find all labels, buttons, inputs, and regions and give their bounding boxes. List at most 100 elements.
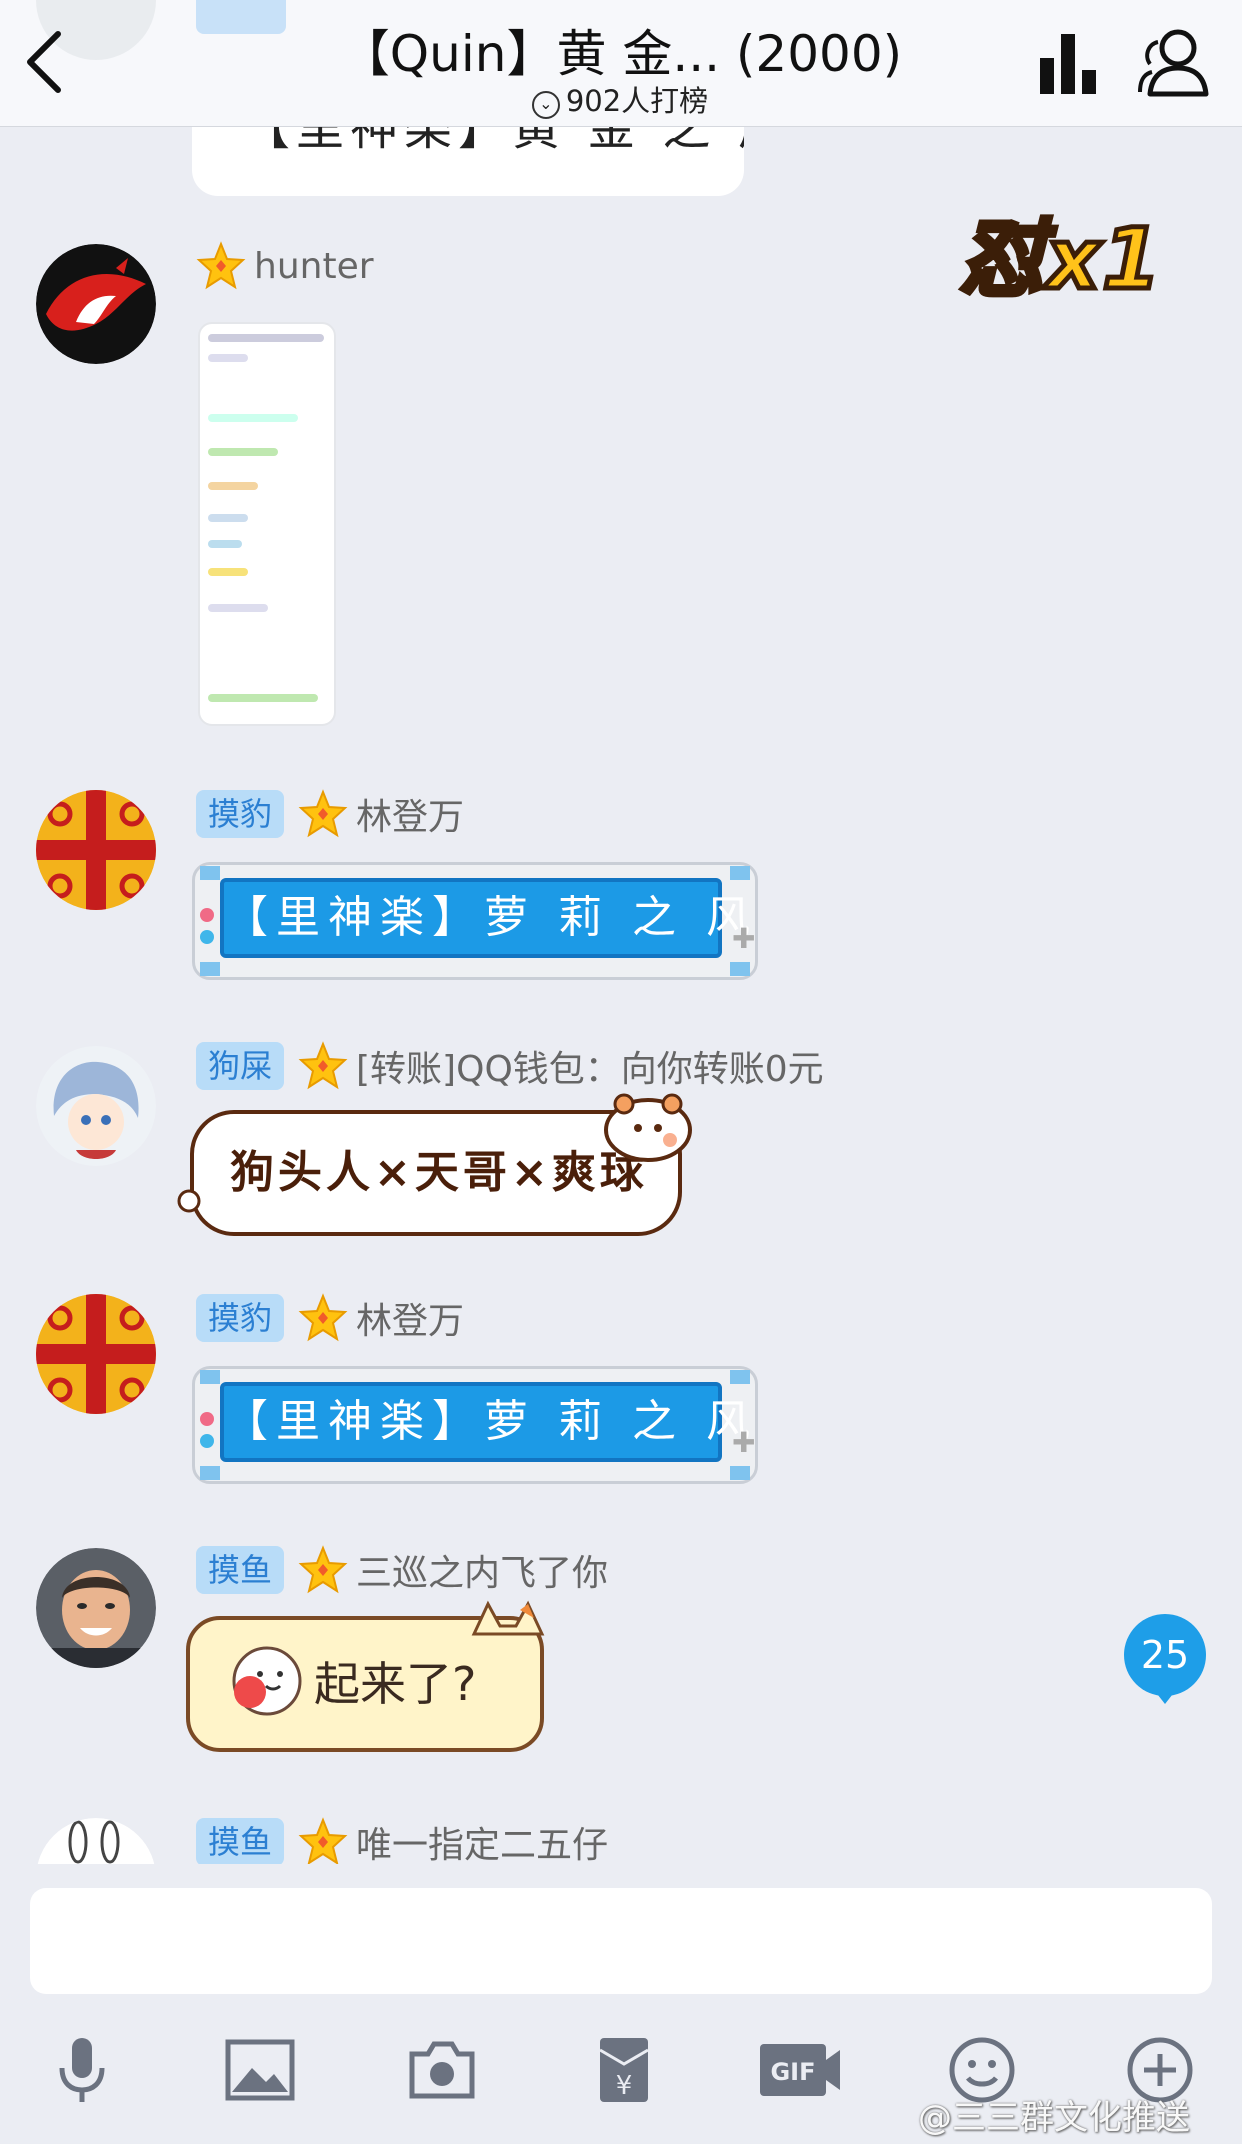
- thumb-line: [208, 604, 268, 612]
- avatar-image: [36, 1548, 156, 1668]
- sender-name[interactable]: 林登万: [356, 788, 464, 840]
- bubble-dot: [200, 1434, 214, 1448]
- combo-text: 怼x1: [958, 208, 1164, 311]
- sender-name[interactable]: 林登万: [356, 1292, 464, 1344]
- bubble-corner: [200, 866, 220, 880]
- sender-name[interactable]: 唯一指定二五仔: [356, 1816, 608, 1864]
- red-packet-icon: ¥: [599, 2038, 649, 2102]
- camera-button[interactable]: [406, 2034, 478, 2106]
- thumb-header: [208, 334, 324, 342]
- chevron-left-icon: [27, 31, 61, 93]
- star-icon: [298, 1293, 348, 1342]
- star-icon: [298, 789, 348, 838]
- bubble-corner: [730, 1466, 750, 1480]
- sender-row: 摸鱼 三巡之内飞了你: [196, 1544, 608, 1596]
- avatar[interactable]: [36, 1046, 156, 1166]
- red-packet-button[interactable]: ¥: [588, 2034, 660, 2106]
- avatar[interactable]: [36, 790, 156, 910]
- plus-icon: ✚: [732, 1426, 756, 1459]
- bubble-corner: [730, 1370, 750, 1384]
- message-input[interactable]: [30, 1888, 1212, 1994]
- microphone-icon: [59, 2038, 105, 2102]
- message-text: 起来了?: [314, 1657, 477, 1711]
- message-text: 【里神楽】萝 莉 之 风: [224, 892, 758, 943]
- bubble-corner: [200, 1370, 220, 1384]
- thumb-line: [208, 540, 242, 548]
- avatar[interactable]: [36, 244, 156, 364]
- bubble-corner: [200, 1466, 220, 1480]
- star-icon: [298, 1041, 348, 1090]
- group-members-icon: [1138, 29, 1209, 97]
- member-tag: 摸鱼: [196, 1546, 285, 1594]
- members-button[interactable]: [1136, 26, 1214, 100]
- avatar[interactable]: [36, 1818, 156, 1864]
- avatar-image: [36, 244, 156, 364]
- image-icon: [225, 2039, 295, 2101]
- bubble-tail-icon: [177, 1189, 201, 1213]
- sender-row: 摸豹 林登万: [196, 1292, 464, 1344]
- thumb-line: [208, 482, 258, 490]
- avatar-image: [36, 790, 156, 910]
- gif-button[interactable]: GIF: [756, 2034, 844, 2106]
- hamster-decoration-icon: [604, 1093, 692, 1162]
- bubble-dot: [200, 930, 214, 944]
- bubble-corner: [730, 866, 750, 880]
- avatar-image: [36, 1046, 156, 1166]
- gif-icon: GIF: [760, 2044, 840, 2096]
- sender-row: 摸豹 林登万: [196, 788, 464, 840]
- message-text: 【里神楽】萝 莉 之 风: [224, 1396, 758, 1447]
- message-text: 【里神楽】黄 金 之 风: [242, 126, 744, 156]
- member-tag: 狗屎: [196, 1042, 285, 1090]
- sender-name[interactable]: 三巡之内飞了你: [356, 1544, 608, 1596]
- message-bubble[interactable]: 【里神楽】萝 莉 之 风 ✚: [192, 862, 758, 980]
- cat-ears-decoration-icon: [471, 1600, 545, 1636]
- message-bubble[interactable]: 起来了?: [186, 1616, 544, 1752]
- bubble-dot: [200, 908, 214, 922]
- message-bubble[interactable]: 【里神楽】黄 金 之 风: [192, 126, 744, 196]
- rank-subtitle[interactable]: ⌄ 902人打榜: [420, 78, 820, 120]
- rank-button[interactable]: [1036, 30, 1100, 96]
- sender-name[interactable]: hunter: [254, 246, 374, 287]
- image-message[interactable]: [198, 322, 336, 726]
- plus-icon: ✚: [732, 922, 756, 955]
- member-tag: 摸豹: [196, 790, 285, 838]
- camera-icon: [409, 2041, 475, 2099]
- chevron-down-circle-icon: ⌄: [531, 91, 560, 119]
- combo-badge: 怼x1: [958, 192, 1196, 311]
- sender-row: 摸鱼 唯一指定二五仔: [196, 1816, 608, 1864]
- avatar-image: [36, 1294, 156, 1414]
- svg-text:GIF: GIF: [770, 2058, 815, 2086]
- bubble-screen: 【里神楽】萝 莉 之 风: [220, 1382, 758, 1462]
- star-icon: [298, 1545, 348, 1594]
- bubble-screen: 【里神楽】萝 莉 之 风: [220, 878, 758, 958]
- message-text: 狗头人×天哥×爽球: [230, 1147, 648, 1198]
- thumb-line: [208, 414, 298, 422]
- sender-row: 狗屎 [转账]QQ钱包：向你转账0元: [196, 1040, 824, 1092]
- bubble-dot: [200, 1412, 214, 1426]
- chat-header: 【Quin】黄 金... (2000) ⌄ 902人打榜: [0, 0, 1242, 127]
- avatar[interactable]: [36, 1294, 156, 1414]
- message-list[interactable]: 【里神楽】黄 金 之 风 怼x1 hunter 摸豹 林登万 【里神楽】萝 莉 …: [0, 126, 1242, 1864]
- group-title[interactable]: 【Quin】黄 金... (2000): [260, 14, 982, 86]
- emoji-face-icon: [232, 1646, 302, 1716]
- thumb-line: [208, 514, 248, 522]
- voice-button[interactable]: [46, 2034, 118, 2106]
- image-button[interactable]: [224, 2034, 296, 2106]
- member-tag: 摸豹: [196, 1294, 285, 1342]
- sender-row: hunter: [196, 240, 374, 292]
- avatar[interactable]: [36, 1548, 156, 1668]
- bubble-corner: [730, 962, 750, 976]
- svg-text:¥: ¥: [616, 2071, 633, 2101]
- thumb-line: [208, 448, 278, 456]
- back-button[interactable]: [16, 22, 76, 102]
- bubble-corner: [200, 962, 220, 976]
- unread-count-badge[interactable]: 25: [1124, 1614, 1206, 1696]
- member-tag: 摸鱼: [196, 1818, 285, 1864]
- star-icon: [298, 1817, 348, 1864]
- thumb-line: [208, 568, 248, 576]
- message-bubble[interactable]: 【里神楽】萝 莉 之 风 ✚: [192, 1366, 758, 1484]
- sender-name[interactable]: [转账]QQ钱包：向你转账0元: [356, 1040, 824, 1092]
- thumb-line: [208, 354, 248, 362]
- bar-chart-icon: [1040, 34, 1096, 94]
- badge-tail: [1154, 1690, 1176, 1704]
